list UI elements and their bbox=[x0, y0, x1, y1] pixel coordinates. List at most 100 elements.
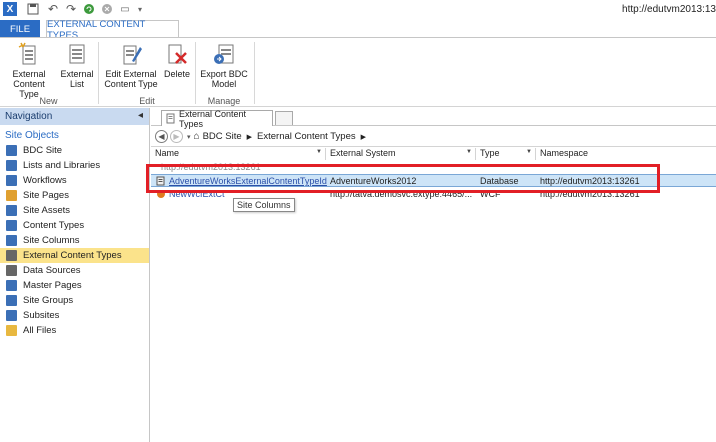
sidebar-item-label: Site Groups bbox=[23, 295, 74, 306]
sidebar-item-label: Site Assets bbox=[23, 205, 70, 216]
new-external-content-type-button[interactable]: External Content Type bbox=[4, 41, 54, 99]
tab-external-content-types-doc[interactable]: External Content Types bbox=[161, 108, 273, 129]
filter-dropdown-icon[interactable]: ▼ bbox=[316, 149, 322, 155]
document-tabs: External Content Types bbox=[151, 108, 716, 129]
sidebar-item[interactable]: Site Groups bbox=[0, 293, 149, 308]
edit-external-content-type-button[interactable]: Edit External Content Type bbox=[102, 41, 160, 89]
sidebar-item[interactable]: Site Assets bbox=[0, 203, 149, 218]
sidebar-item-label: Workflows bbox=[23, 175, 67, 186]
sidebar-item[interactable]: Site Columns bbox=[0, 233, 149, 248]
history-dropdown-icon[interactable]: ▾ bbox=[187, 133, 191, 141]
column-header-type[interactable]: Type ▼ bbox=[476, 148, 536, 160]
sidebar-item-label: BDC Site bbox=[23, 145, 63, 156]
undo-icon[interactable]: ↶ bbox=[46, 2, 60, 16]
export-bdc-label: Export BDC Model bbox=[200, 69, 248, 89]
sidebar-item-label: Content Types bbox=[23, 220, 85, 231]
sidebar-item[interactable]: Content Types bbox=[0, 218, 149, 233]
group-separator bbox=[98, 42, 99, 104]
workflow-icon bbox=[6, 175, 17, 186]
column-header-name[interactable]: Name ▼ bbox=[151, 148, 326, 160]
group-new-label: New bbox=[39, 96, 58, 106]
sidebar-item-label: Site Columns bbox=[23, 235, 80, 246]
back-icon[interactable]: ◀ bbox=[155, 130, 168, 143]
tab-file[interactable]: FILE bbox=[0, 20, 40, 38]
sidebar-item[interactable]: External Content Types bbox=[0, 248, 149, 263]
doc-tab-label: External Content Types bbox=[178, 108, 247, 129]
sidebar-item[interactable]: Data Sources bbox=[0, 263, 149, 278]
forward-icon[interactable]: ▶ bbox=[170, 130, 183, 143]
sidebar-item[interactable]: Lists and Libraries bbox=[0, 158, 149, 173]
filter-dropdown-icon[interactable]: ▼ bbox=[526, 149, 532, 155]
collapse-chevron-icon[interactable]: ◂ bbox=[138, 110, 143, 121]
breadcrumb-separator-icon[interactable]: ▶ bbox=[361, 133, 366, 141]
ribbon-tabs: FILE EXTERNAL CONTENT TYPES bbox=[0, 19, 716, 41]
filter-dropdown-icon[interactable]: ▼ bbox=[466, 149, 472, 155]
column-name-label: Name bbox=[155, 148, 180, 158]
quick-access-dropdown-icon[interactable]: ▾ bbox=[133, 2, 147, 16]
new-external-list-button[interactable]: External List bbox=[58, 41, 96, 89]
page-icon bbox=[6, 190, 17, 201]
content-type-icon bbox=[6, 220, 17, 231]
masterpage-icon bbox=[6, 280, 17, 291]
sidebar-item-label: Subsites bbox=[23, 310, 60, 321]
main-panel: External Content Types ◀ ▶ ▾ ⌂ BDC Site … bbox=[151, 108, 716, 442]
ect-tab-icon bbox=[166, 113, 175, 124]
address-bar: ◀ ▶ ▾ ⌂ BDC Site ▶ External Content Type… bbox=[151, 127, 716, 147]
sidebar-item[interactable]: BDC Site bbox=[0, 143, 149, 158]
sidebar-item-label: External Content Types bbox=[23, 250, 122, 261]
new-ect-icon bbox=[18, 42, 36, 65]
sidebar-item-label: Lists and Libraries bbox=[23, 160, 101, 171]
sidebar-item-label: Site Pages bbox=[23, 190, 69, 201]
breadcrumb-item-ect[interactable]: External Content Types bbox=[257, 131, 356, 142]
preview-icon[interactable]: ▭ bbox=[118, 2, 132, 16]
window-url: http://edutvm2013:13 bbox=[622, 4, 716, 15]
sidebar-item[interactable]: Workflows bbox=[0, 173, 149, 188]
delete-button[interactable]: Delete bbox=[162, 41, 192, 79]
app-logo-icon: X bbox=[3, 2, 17, 16]
tab-external-content-types[interactable]: EXTERNAL CONTENT TYPES bbox=[46, 19, 179, 41]
sidebar-item-label: Data Sources bbox=[23, 265, 81, 276]
refresh-icon[interactable] bbox=[82, 2, 96, 16]
external-list-icon bbox=[69, 44, 85, 64]
delete-icon bbox=[168, 44, 187, 64]
column-namespace-label: Namespace bbox=[540, 148, 589, 158]
column-type-label: Type bbox=[480, 148, 500, 158]
assets-icon bbox=[6, 205, 17, 216]
redo-icon[interactable]: ↷ bbox=[64, 2, 78, 16]
subsite-icon bbox=[6, 310, 17, 321]
tooltip: Site Columns bbox=[233, 198, 295, 212]
column-header-namespace[interactable]: Namespace bbox=[536, 148, 716, 160]
export-bdc-icon bbox=[214, 44, 234, 64]
group-manage-label: Manage bbox=[207, 96, 241, 106]
breadcrumb-item-bdc-site[interactable]: BDC Site bbox=[203, 131, 242, 142]
column-system-label: External System bbox=[330, 148, 396, 158]
folder-icon bbox=[6, 325, 17, 336]
highlight-annotation bbox=[146, 164, 660, 193]
stop-icon[interactable] bbox=[100, 2, 114, 16]
navigation-title: Navigation bbox=[5, 111, 53, 122]
edit-ect-icon bbox=[123, 45, 142, 65]
save-icon[interactable] bbox=[26, 2, 40, 16]
breadcrumb-separator-icon[interactable]: ▶ bbox=[247, 133, 252, 141]
group-separator bbox=[254, 42, 255, 104]
list-icon bbox=[6, 160, 17, 171]
sidebar-item[interactable]: Subsites bbox=[0, 308, 149, 323]
datasource-icon bbox=[6, 265, 17, 276]
site-icon bbox=[6, 145, 17, 156]
sidebar-item[interactable]: All Files bbox=[0, 323, 149, 338]
home-icon: ⌂ bbox=[193, 131, 200, 142]
export-bdc-model-button[interactable]: Export BDC Model bbox=[198, 41, 250, 89]
navigation-header: Navigation ◂ bbox=[0, 108, 149, 125]
sidebar-item[interactable]: Site Pages bbox=[0, 188, 149, 203]
sidebar-item-label: Master Pages bbox=[23, 280, 82, 291]
sidebar-item-label: All Files bbox=[23, 325, 57, 336]
breadcrumb: ⌂ BDC Site ▶ External Content Types ▶ bbox=[194, 131, 371, 142]
group-icon bbox=[6, 295, 17, 306]
new-tab-button[interactable] bbox=[275, 111, 293, 125]
column-icon bbox=[6, 235, 17, 246]
column-header-external-system[interactable]: External System ▼ bbox=[326, 148, 476, 160]
title-bar: X ↶ ↷ ▭ ▾ http://edutvm2013:13 bbox=[0, 0, 716, 20]
site-objects-list: BDC Site Lists and Libraries Workflows Site… bbox=[0, 143, 149, 338]
site-objects-heading[interactable]: Site Objects bbox=[0, 125, 149, 143]
sidebar-item[interactable]: Master Pages bbox=[0, 278, 149, 293]
